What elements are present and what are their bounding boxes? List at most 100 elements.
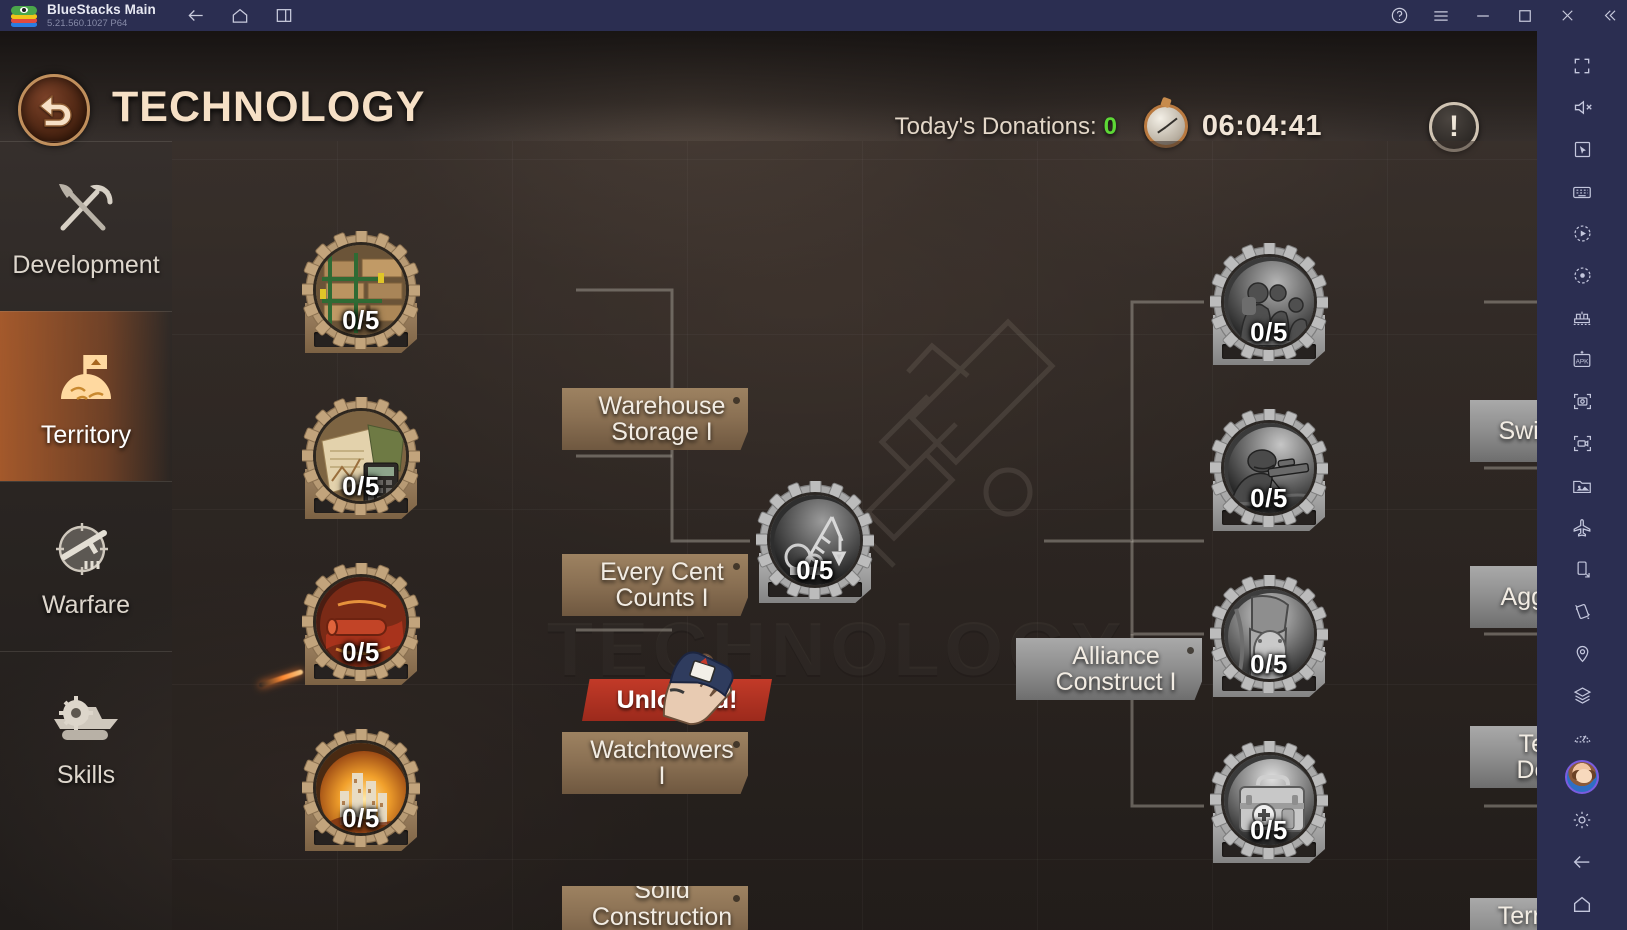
layers-icon[interactable] [1560, 675, 1604, 716]
node-name: Every Cent Counts I [600, 557, 724, 612]
donations-readout: Today's Donations: 0 [895, 113, 1117, 141]
help-icon[interactable] [1389, 6, 1409, 26]
node-progress: 0/5 [342, 305, 380, 335]
node-progress: 0/5 [1250, 317, 1288, 347]
tech-node-label-territorial-hp-1[interactable]: Territorial HP I [1470, 898, 1537, 930]
sidebar-item-warfare[interactable]: Warfare [0, 481, 172, 651]
close-icon[interactable] [1557, 6, 1577, 26]
category-sidebar: Development Territory Warfare Skills [0, 141, 172, 930]
node-progress: 0/5 [1250, 483, 1288, 513]
app-title: BlueStacks Main [47, 2, 156, 17]
flag-globe-icon [48, 344, 124, 414]
node-badge: 0/5 [302, 563, 420, 681]
collapse-sidebar-icon[interactable] [1599, 6, 1619, 26]
node-progress: 0/5 [1250, 815, 1288, 845]
rifle-crosshair-icon [48, 514, 124, 584]
fullscreen-icon[interactable] [1560, 45, 1604, 86]
menu-icon[interactable] [1431, 6, 1451, 26]
node-progress: 0/5 [796, 555, 834, 585]
node-badge: 0/5 [756, 481, 874, 599]
donations-value: 0 [1103, 113, 1117, 140]
rotate-icon[interactable] [1560, 549, 1604, 590]
node-name: Watchtowers I [590, 735, 734, 790]
tech-node-label-warehouse-storage-1[interactable]: Warehouse Storage I [562, 388, 748, 450]
recents-icon[interactable] [274, 6, 294, 26]
media-manager-icon[interactable] [1560, 465, 1604, 506]
mute-icon[interactable] [1560, 87, 1604, 128]
keyboard-controls-icon[interactable] [1560, 171, 1604, 212]
node-name: Alliance Construct I [1055, 641, 1177, 696]
node-badge: 0/5 [1210, 741, 1328, 859]
bluestacks-toolbar: APK [1537, 31, 1627, 930]
tech-node-label-swift-action-1[interactable]: Swift Action I [1470, 400, 1537, 462]
unlocked-banner-text: Unlocked! [616, 685, 738, 714]
tech-node-label-territorial-defense-1[interactable]: Territorial Defense I [1470, 726, 1537, 788]
settings-gear-icon[interactable] [1560, 799, 1604, 840]
node-badge: 0/5 [302, 231, 420, 349]
page-title: TECHNOLOGY [112, 83, 426, 131]
multi-instance-icon[interactable] [1560, 297, 1604, 338]
record-macro-icon[interactable] [1560, 255, 1604, 296]
node-progress: 0/5 [1250, 649, 1288, 679]
donations-label: Today's Donations: [894, 113, 1097, 140]
assistant-avatar[interactable] [1565, 760, 1599, 794]
tech-node-label-solid-construction-1[interactable]: Solid Construction I [562, 886, 748, 930]
video-record-icon[interactable] [1560, 423, 1604, 464]
sidebar-label-skills: Skills [56, 761, 116, 790]
tech-node-label-aggression-1[interactable]: Aggression I [1470, 566, 1537, 628]
node-name: Swift Action I [1498, 416, 1537, 445]
install-apk-icon[interactable]: APK [1560, 339, 1604, 380]
android-back-icon[interactable] [1560, 841, 1604, 882]
node-badge: 0/5 [302, 729, 420, 847]
node-name: Territorial Defense I [1516, 729, 1537, 784]
svg-text:APK: APK [1576, 358, 1590, 365]
sidebar-label-warfare: Warfare [42, 591, 130, 620]
screenshot-icon[interactable] [1560, 381, 1604, 422]
maximize-icon[interactable] [1515, 6, 1535, 26]
location-icon[interactable] [1560, 633, 1604, 674]
performance-icon[interactable] [1560, 717, 1604, 758]
android-recents-icon[interactable] [1560, 925, 1604, 930]
home-icon[interactable] [230, 6, 250, 26]
window-controls [1389, 0, 1619, 31]
game-header: TECHNOLOGY Today's Donations: 0 06:04:41 … [0, 31, 1537, 152]
node-progress: 0/5 [342, 803, 380, 833]
sidebar-label-development: Development [12, 251, 160, 280]
node-badge: 0/5 [1210, 409, 1328, 527]
unlocked-banner: Unlocked! [582, 679, 772, 721]
shake-icon[interactable] [1560, 591, 1604, 632]
node-badge: 0/5 [1210, 575, 1328, 693]
titlebar: BlueStacks Main 5.21.560.1027 P64 [0, 0, 1627, 31]
sidebar-item-territory[interactable]: Territory [0, 311, 172, 481]
timer-value: 06:04:41 [1201, 109, 1322, 142]
back-icon[interactable] [186, 6, 206, 26]
app-version: 5.21.560.1027 P64 [47, 17, 128, 29]
sidebar-label-territory: Territory [40, 421, 132, 450]
sidebar-item-development[interactable]: Development [0, 141, 172, 311]
node-badge: 0/5 [302, 397, 420, 515]
android-home-icon[interactable] [1560, 883, 1604, 924]
game-viewport: TECHNOLOGY Today's Donations: 0 06:04:41 … [0, 31, 1537, 930]
node-name: Warehouse Storage I [598, 391, 726, 446]
node-name: Territorial HP I [1497, 901, 1537, 930]
screen-root: BlueStacks Main 5.21.560.1027 P64 TECHNO… [0, 0, 1627, 930]
node-progress: 0/5 [342, 637, 380, 667]
gear-tank-icon [48, 684, 124, 754]
titlebar-texts: BlueStacks Main 5.21.560.1027 P64 [47, 3, 156, 28]
titlebar-nav-group [186, 6, 294, 26]
tech-node-label-every-cent-counts-1[interactable]: Every Cent Counts I [562, 554, 748, 616]
cursor-icon[interactable] [1560, 129, 1604, 170]
hammer-pickaxe-icon [48, 174, 124, 244]
node-badge: 0/5 [1210, 243, 1328, 361]
node-progress: 0/5 [342, 471, 380, 501]
tech-node-label-alliance-construct-1[interactable]: Alliance Construct I [1016, 638, 1202, 700]
tech-tree-panel: TECHNOLOGY [172, 141, 1537, 930]
macro-icon[interactable] [1560, 213, 1604, 254]
sidebar-item-skills[interactable]: Skills [0, 651, 172, 821]
minimize-icon[interactable] [1473, 6, 1493, 26]
bluestacks-logo-icon [11, 5, 37, 27]
tech-node-label-watchtowers-1[interactable]: Watchtowers I [562, 732, 748, 794]
node-name: Aggression I [1500, 582, 1537, 611]
game-back-button[interactable] [18, 74, 90, 146]
airplane-icon[interactable] [1560, 507, 1604, 548]
